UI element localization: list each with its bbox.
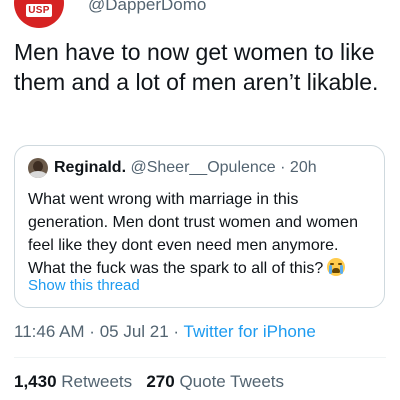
- avatar-badge-text: USP: [28, 5, 50, 16]
- quoted-tweet-text: What went wrong with marriage in this ge…: [28, 191, 358, 277]
- tweet-source-link[interactable]: Twitter for iPhone: [184, 322, 316, 341]
- quoted-tweet-age[interactable]: 20h: [290, 159, 317, 176]
- engagement-stats: 1,430 Retweets 270 Quote Tweets: [14, 372, 284, 392]
- quoted-author-name[interactable]: Reginald.: [54, 159, 126, 176]
- retweets-label: Retweets: [61, 372, 133, 391]
- timestamp-separator: ·: [84, 322, 100, 341]
- tweet-detail: USP @DapperDomo Men have to now get wome…: [0, 0, 400, 400]
- author-handle[interactable]: @DapperDomo: [88, 0, 206, 15]
- retweets-stat[interactable]: 1,430 Retweets: [14, 372, 132, 391]
- avatar-shoulders-shape: [29, 171, 47, 178]
- quote-tweets-label: Quote Tweets: [179, 372, 285, 391]
- header-separator: ·: [275, 159, 290, 176]
- tweet-text: Men have to now get women to like them a…: [14, 39, 379, 95]
- quoted-tweet-card[interactable]: Reginald. @Sheer__Opulence · 20h What we…: [14, 145, 385, 308]
- quote-tweets-stat[interactable]: 270 Quote Tweets: [146, 372, 284, 391]
- avatar-badge: USP: [26, 4, 52, 17]
- tweet-date[interactable]: 05 Jul 21: [100, 322, 169, 341]
- quoted-tweet-header: Reginald. @Sheer__Opulence · 20h: [54, 158, 317, 178]
- quoted-author-handle[interactable]: @Sheer__Opulence: [130, 159, 275, 176]
- retweets-count: 1,430: [14, 372, 57, 391]
- quote-tweets-count: 270: [146, 372, 175, 391]
- tweet-timestamp-row: 11:46 AM · 05 Jul 21 · Twitter for iPhon…: [14, 322, 316, 342]
- crying-face-icon: [327, 258, 346, 276]
- timestamp-separator-2: ·: [168, 322, 184, 341]
- show-thread-link[interactable]: Show this thread: [28, 277, 140, 294]
- divider: [14, 357, 386, 358]
- author-avatar[interactable]: USP: [14, 0, 64, 28]
- quoted-author-avatar[interactable]: [28, 158, 48, 178]
- quoted-tweet-text-block: What went wrong with marriage in this ge…: [28, 188, 378, 280]
- tweet-time[interactable]: 11:46 AM: [14, 322, 85, 341]
